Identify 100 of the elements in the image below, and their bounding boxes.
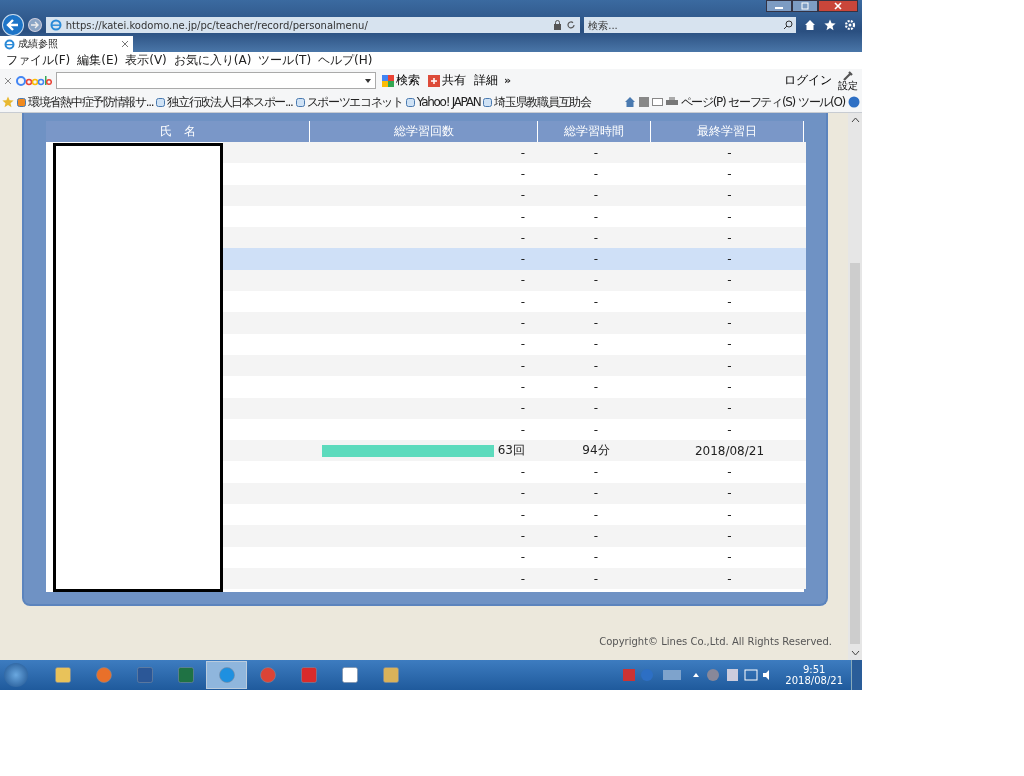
- menu-item[interactable]: ツール(T): [258, 52, 312, 69]
- menu-item[interactable]: 編集(E): [77, 52, 119, 69]
- more-glyph[interactable]: »: [504, 74, 512, 87]
- login-button[interactable]: ログイン: [782, 72, 834, 89]
- table-row[interactable]: - - -: [223, 354, 806, 377]
- table-row[interactable]: - - -: [223, 567, 806, 590]
- table-cell: -: [593, 273, 599, 288]
- table-cell: -: [520, 401, 525, 416]
- table-cell: -: [520, 422, 525, 437]
- favorite-link[interactable]: Yahoo! JAPAN: [405, 95, 481, 109]
- menu-item[interactable]: ファイル(F): [6, 52, 71, 69]
- restore-button[interactable]: [792, 0, 818, 12]
- command-menu[interactable]: セーフティ(S): [728, 93, 795, 111]
- forward-button[interactable]: [27, 18, 42, 32]
- details-button[interactable]: 詳細: [472, 72, 500, 89]
- google-search-button[interactable]: 検索: [380, 72, 422, 89]
- table-cell: -: [727, 422, 732, 437]
- table-cell: 94分: [582, 442, 610, 460]
- settings-icon[interactable]: [844, 19, 856, 31]
- table-cell: -: [727, 294, 732, 309]
- table-cell: -: [727, 571, 732, 586]
- table-cell: -: [520, 465, 525, 480]
- share-button[interactable]: 共有: [426, 72, 468, 89]
- table-cell: 63回: [497, 442, 525, 460]
- arrow-left-icon: [5, 18, 20, 32]
- share-icon: [428, 74, 440, 87]
- menu-item[interactable]: お気に入り(A): [173, 52, 252, 69]
- table-cell: -: [593, 252, 599, 267]
- start-button[interactable]: [4, 663, 28, 687]
- menu-item[interactable]: ヘルプ(H): [318, 52, 373, 69]
- table-row[interactable]: - - -: [223, 269, 806, 292]
- table-cell: -: [520, 273, 525, 288]
- printer-icon[interactable]: [665, 97, 678, 107]
- favorite-link[interactable]: スポーツエコネット: [295, 93, 403, 111]
- table-row[interactable]: 63回 94分 2018/08/21: [223, 440, 806, 462]
- table-cell: -: [727, 337, 732, 352]
- command-menu[interactable]: ページ(P): [680, 93, 726, 111]
- table-row[interactable]: - - -: [223, 227, 806, 249]
- refresh-icon[interactable]: [566, 20, 577, 30]
- close-button[interactable]: [818, 0, 858, 12]
- table-row[interactable]: - - -: [223, 142, 806, 164]
- table-cell: -: [593, 166, 599, 181]
- close-icon: [833, 2, 843, 10]
- menu-item[interactable]: 表示(V): [125, 52, 167, 69]
- app-icon: [136, 667, 153, 683]
- settings-button[interactable]: 設定: [838, 70, 858, 91]
- table-cell: -: [593, 209, 599, 224]
- ie-logo-icon: [4, 38, 15, 50]
- table-cell: -: [727, 486, 732, 501]
- table-row[interactable]: - - -: [223, 482, 806, 505]
- table-row[interactable]: - - -: [223, 312, 806, 334]
- home-icon[interactable]: [804, 19, 817, 31]
- table-cell: -: [727, 273, 732, 288]
- mail-icon[interactable]: [651, 98, 663, 106]
- show-desktop-button[interactable]: [851, 660, 862, 690]
- address-bar[interactable]: https://katei.kodomo.ne.jp/pc/teacher/record/personalmenu/: [45, 17, 581, 33]
- clock-date[interactable]: 2018/08/21: [785, 675, 843, 686]
- search-button[interactable]: [780, 17, 797, 33]
- table-cell: -: [727, 379, 732, 394]
- table-cell: -: [520, 571, 525, 586]
- google-search-field[interactable]: [56, 72, 376, 89]
- star-icon[interactable]: [824, 19, 837, 31]
- favorite-link[interactable]: 環境省熱中症予防情報サ...: [17, 93, 154, 111]
- wrench-icon: [842, 70, 854, 81]
- clock-time[interactable]: 9:51: [802, 664, 826, 675]
- table-cell: -: [593, 486, 599, 501]
- favorites-star-icon[interactable]: [2, 96, 14, 108]
- table-cell: -: [727, 166, 732, 181]
- table-cell: -: [593, 422, 599, 437]
- app-icon: [95, 667, 112, 683]
- minimize-button[interactable]: [766, 0, 792, 12]
- command-menu[interactable]: ツール(O): [798, 93, 845, 111]
- restore-icon: [800, 2, 810, 10]
- home-icon[interactable]: [623, 96, 636, 108]
- caret-icon[interactable]: [365, 78, 371, 83]
- copyright-text: Copyright© Lines Co.,Ltd. All Rights Reserved.: [599, 636, 832, 647]
- scrollbar[interactable]: [848, 113, 862, 660]
- close-icon[interactable]: [121, 40, 129, 48]
- table-row[interactable]: - - -: [223, 525, 806, 547]
- table-cell: -: [593, 507, 599, 522]
- table-row[interactable]: - - -: [223, 397, 806, 419]
- table-cell: -: [727, 316, 732, 330]
- table-cell: -: [520, 337, 525, 352]
- table-cell: -: [727, 230, 732, 245]
- search-icon: [783, 20, 794, 30]
- back-button[interactable]: [2, 14, 24, 36]
- google-logo-icon: [16, 73, 52, 88]
- search-field[interactable]: 検索...: [584, 17, 781, 33]
- table-row[interactable]: - - -: [223, 184, 806, 206]
- favorite-link[interactable]: 埼玉県教職員互助会: [483, 93, 591, 111]
- close-icon[interactable]: [4, 76, 12, 85]
- app-icon: [300, 667, 317, 683]
- ie-logo-icon: [49, 19, 62, 31]
- favorite-link[interactable]: 独立行政法人日本スポー...: [156, 93, 293, 111]
- table-row[interactable]: - - -: [223, 248, 806, 270]
- browser-tab[interactable]: 成績参照: [0, 36, 133, 52]
- table-cell: -: [593, 188, 599, 203]
- table-cell: -: [520, 486, 525, 501]
- table-cell: -: [727, 507, 732, 522]
- app-icon: [259, 667, 276, 683]
